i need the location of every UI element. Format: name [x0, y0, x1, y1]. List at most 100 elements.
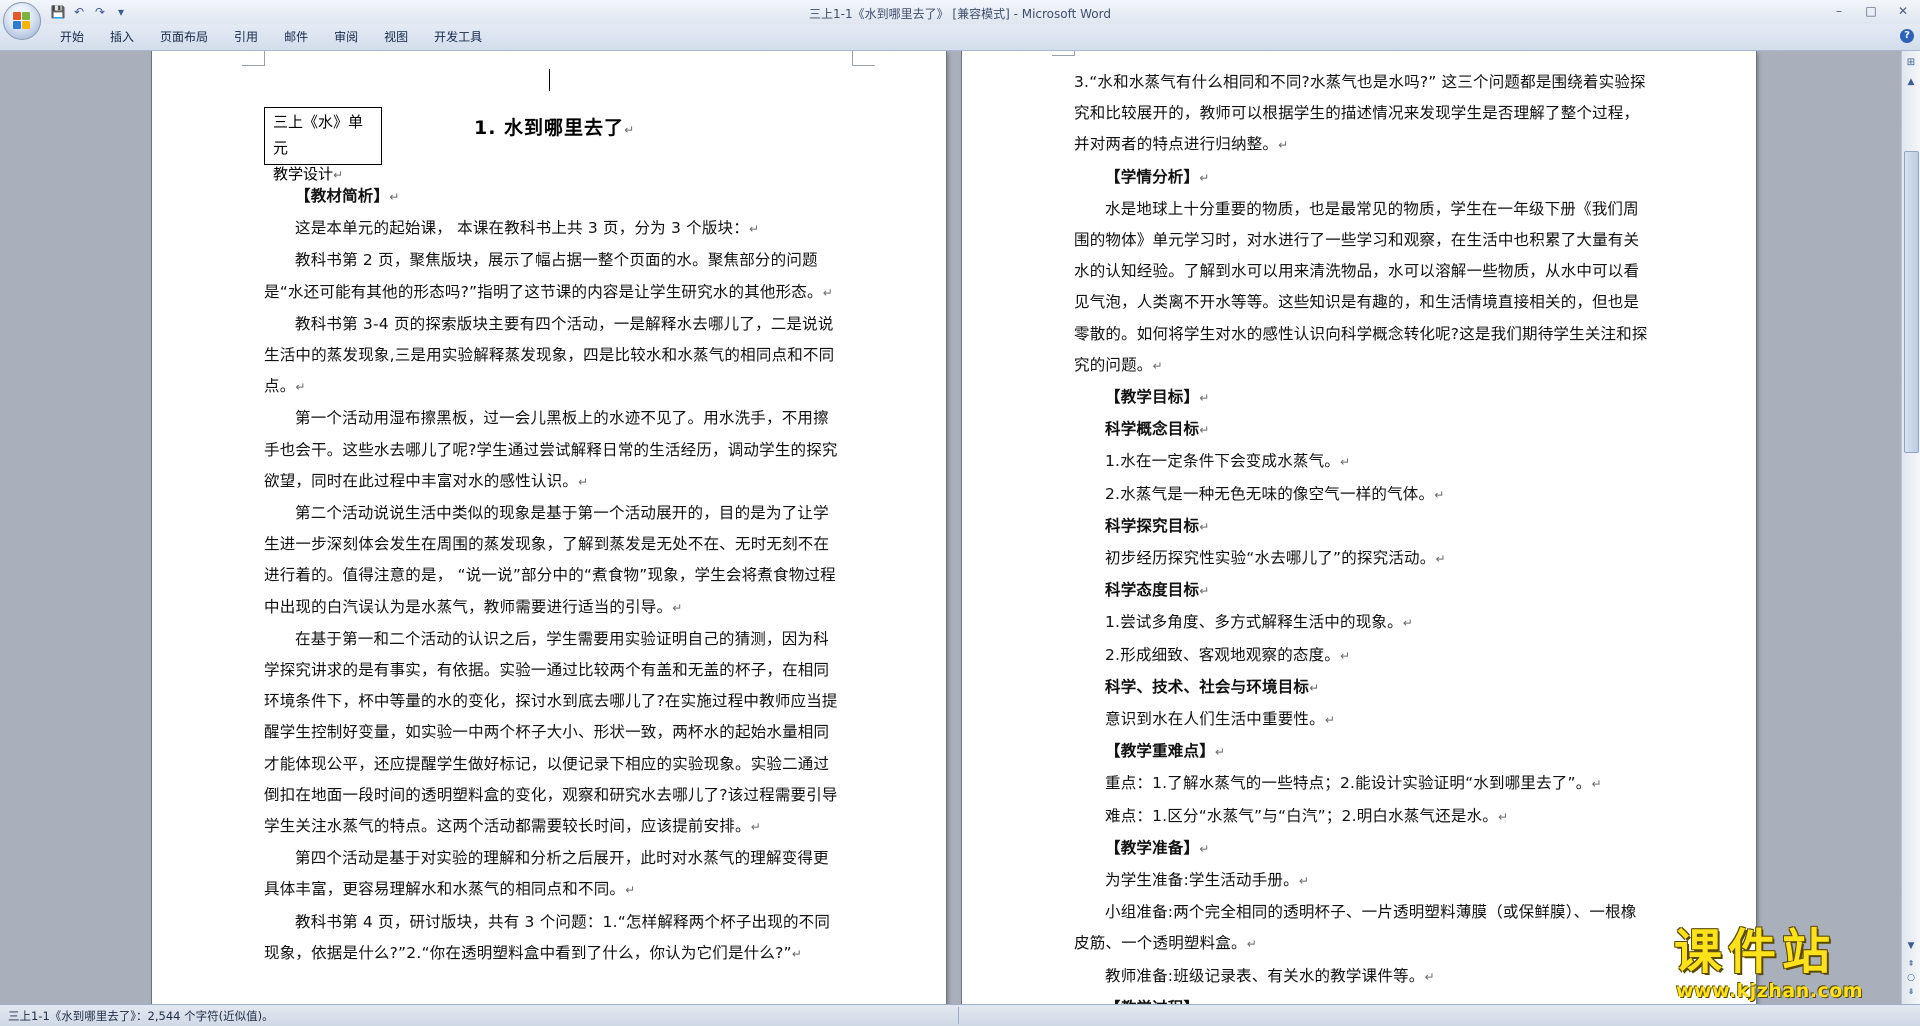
tab-references[interactable]: 引用 — [222, 29, 272, 45]
paragraph[interactable]: 水是地球上十分重要的物质，也是最常见的物质，学生在一年级下册《我们周围的物体》单… — [1074, 194, 1649, 382]
document-area[interactable]: 三上《水》单元 教学设计↵ 1. 水到哪里去了↵ 【教材简析】↵ 这是本单元的起始… — [0, 51, 1902, 1004]
paragraph-text: 【教材简析】 — [295, 187, 390, 205]
paragraph-mark-icon: ↵ — [1246, 937, 1257, 952]
maximize-button[interactable]: □ — [1858, 2, 1884, 20]
watermark: 课件站 www.kjzhan.com — [1672, 924, 1902, 1004]
select-browse-object-icon[interactable]: ○ — [1904, 973, 1918, 985]
paragraph[interactable]: 3.“水和水蒸气有什么相同和不同?水蒸气也是水吗?” 这三个问题都是围绕着实验探… — [1074, 67, 1649, 162]
tab-review[interactable]: 审阅 — [322, 29, 372, 45]
paragraph-text: 在基于第一和二个活动的认识之后，学生需要用实验证明自己的猜测，因为科学探究讲求的… — [264, 629, 838, 836]
paragraph-text: 科学、技术、社会与环境目标 — [1105, 677, 1310, 696]
paragraph-mark-icon: ↵ — [1340, 648, 1351, 663]
ribbon-tabs: 开始 插入 页面布局 引用 邮件 审阅 视图 开发工具 — [48, 29, 496, 45]
paragraph-mark-icon: ↵ — [1340, 455, 1351, 470]
paragraph[interactable]: 教科书第 2 页，聚焦版块，展示了幅占据一整个页面的水。聚焦部分的问题是“水还可… — [264, 245, 844, 308]
unit-box-line1: 三上《水》单元 — [273, 113, 364, 157]
status-word-count[interactable]: 三上1-1《水到哪里去了》：2,544 个字符(近似值)。 — [8, 1008, 274, 1024]
left-page-body[interactable]: 【教材简析】↵ 这是本单元的起始课， 本课在教科书上共 3 页，分为 3 个版块：… — [264, 181, 844, 970]
paragraph-text: 科学态度目标 — [1105, 581, 1200, 600]
paragraph[interactable]: 意识到水在人们生活中重要性。↵ — [1074, 704, 1649, 736]
paragraph-text: 教科书第 4 页，研讨版块，共有 3 个问题：1.“怎样解释两个杯子出现的不同现… — [264, 912, 831, 962]
paragraph-mark-icon: ↵ — [1199, 584, 1210, 599]
paragraph-text: 第四个活动是基于对实验的理解和分析之后展开，此时对水蒸气的理解变得更具体丰富，更… — [264, 849, 829, 899]
paragraph-text: 科学探究目标 — [1105, 516, 1200, 535]
section-heading[interactable]: 【教学过程】↵ — [1074, 993, 1649, 1004]
scroll-up-icon[interactable]: ▲ — [1904, 75, 1918, 89]
paragraph-mark-icon: ↵ — [578, 474, 589, 489]
scroll-thumb[interactable] — [1904, 151, 1919, 453]
crop-mark — [242, 51, 265, 66]
paragraph-text: 1.尝试多角度、多方式解释生活中的现象。 — [1105, 613, 1403, 632]
paragraph[interactable]: 初步经历探究性实验“水去哪儿了”的探究活动。↵ — [1074, 543, 1649, 575]
paragraph-mark-icon: ↵ — [1199, 841, 1210, 856]
paragraph-mark-icon: ↵ — [1402, 616, 1414, 631]
paragraph[interactable]: 为学生准备:学生活动手册。↵ — [1074, 865, 1649, 897]
paragraph-mark-icon: ↵ — [1278, 138, 1289, 153]
window-title: 三上1-1《水到哪里去了》 [兼容模式] - Microsoft Word — [808, 7, 1111, 21]
page-left[interactable]: 三上《水》单元 教学设计↵ 1. 水到哪里去了↵ 【教材简析】↵ 这是本单元的起始… — [152, 51, 946, 1004]
paragraph[interactable]: 2.形成细致、客观地观察的态度。↵ — [1074, 640, 1649, 672]
unit-text-box[interactable]: 三上《水》单元 教学设计↵ — [264, 107, 382, 183]
paragraph[interactable]: 在基于第一和二个活动的认识之后，学生需要用实验证明自己的猜测，因为科学探究讲求的… — [264, 624, 844, 843]
view-ruler-icon[interactable]: ⊞ — [1904, 57, 1918, 71]
paragraph-text: 重点：1.了解水蒸气的一些特点；2.能设计实验证明“水到哪里去了”。 — [1105, 774, 1592, 793]
close-button[interactable]: ✕ — [1890, 2, 1916, 20]
window-controls: – □ ✕ — [1826, 2, 1916, 20]
paragraph-text: 【教学重难点】 — [1105, 742, 1215, 761]
paragraph[interactable]: 教师准备:班级记录表、有关水的教学课件等。↵ — [1074, 961, 1649, 993]
scroll-down-icon[interactable]: ▼ — [1904, 939, 1918, 953]
office-button[interactable] — [3, 2, 41, 40]
status-divider — [958, 1007, 959, 1024]
paragraph-mark-icon: ↵ — [822, 285, 833, 300]
section-heading[interactable]: 【教学准备】↵ — [1074, 833, 1649, 865]
paragraph-mark-icon: ↵ — [1324, 713, 1336, 728]
paragraph[interactable]: 这是本单元的起始课， 本课在教科书上共 3 页，分为 3 个版块：↵ — [264, 213, 844, 245]
paragraph-text: 教科书第 2 页，聚焦版块，展示了幅占据一整个页面的水。聚焦部分的问题是“水还可… — [264, 251, 823, 301]
paragraph-mark-icon: ↵ — [1152, 358, 1163, 373]
paragraph-text: 教师准备:班级记录表、有关水的教学课件等。 — [1105, 966, 1425, 985]
paragraph[interactable]: 第四个活动是基于对实验的理解和分析之后展开，此时对水蒸气的理解变得更具体丰富，更… — [264, 843, 844, 906]
paragraph-mark-icon: ↵ — [295, 380, 306, 395]
previous-page-icon[interactable]: ⇞ — [1904, 959, 1918, 971]
paragraph-text: 【教学目标】 — [1105, 388, 1200, 407]
paragraph[interactable]: 小组准备:两个完全相同的透明杯子、一片透明塑料薄膜（或保鲜膜）、一根橡皮筋、一个… — [1074, 897, 1649, 960]
paragraph[interactable]: 教科书第 4 页，研讨版块，共有 3 个问题：1.“怎样解释两个杯子出现的不同现… — [264, 907, 844, 970]
tab-view[interactable]: 视图 — [372, 29, 422, 45]
paragraph-mark-icon: ↵ — [791, 946, 803, 961]
vertical-scrollbar[interactable]: ⊞ ▲ ▼ ⇞ ○ ⇟ — [1901, 51, 1920, 1004]
tab-home[interactable]: 开始 — [48, 29, 98, 45]
paragraph[interactable]: 2.水蒸气是一种无色无味的像空气一样的气体。↵ — [1074, 479, 1649, 511]
section-heading[interactable]: 科学概念目标↵ — [1074, 414, 1649, 446]
next-page-icon[interactable]: ⇟ — [1904, 987, 1918, 999]
right-page-body[interactable]: 3.“水和水蒸气有什么相同和不同?水蒸气也是水吗?” 这三个问题都是围绕着实验探… — [1074, 67, 1649, 1004]
paragraph[interactable]: 1.水在一定条件下会变成水蒸气。↵ — [1074, 446, 1649, 478]
section-heading[interactable]: 科学态度目标↵ — [1074, 575, 1649, 607]
page-right[interactable]: 3.“水和水蒸气有什么相同和不同?水蒸气也是水吗?” 这三个问题都是围绕着实验探… — [962, 51, 1756, 1004]
paragraph[interactable]: 第二个活动说说生活中类似的现象是基于第一个活动展开的，目的是为了让学生进一步深刻… — [264, 498, 844, 624]
tab-insert[interactable]: 插入 — [98, 29, 148, 45]
section-heading[interactable]: 【教材简析】↵ — [264, 181, 844, 213]
paragraph[interactable]: 教科书第 3-4 页的探索版块主要有四个活动，一是解释水去哪儿了，二是说说生活中… — [264, 309, 844, 404]
section-heading[interactable]: 科学、技术、社会与环境目标↵ — [1074, 672, 1649, 704]
paragraph-mark-icon: ↵ — [748, 222, 760, 237]
section-heading[interactable]: 【学情分析】↵ — [1074, 162, 1649, 194]
paragraph-text: 为学生准备:学生活动手册。 — [1105, 871, 1299, 890]
tab-developer[interactable]: 开发工具 — [422, 29, 496, 45]
paragraph-mark-icon: ↵ — [750, 820, 761, 835]
tab-mailings[interactable]: 邮件 — [272, 29, 322, 45]
minimize-button[interactable]: – — [1826, 2, 1852, 20]
paragraph-mark-icon: ↵ — [1424, 969, 1435, 984]
section-heading[interactable]: 【教学重难点】↵ — [1074, 736, 1649, 768]
paragraph-mark-icon: ↵ — [1199, 170, 1210, 185]
paragraph[interactable]: 第一个活动用湿布擦黑板，过一会儿黑板上的水迹不见了。用水洗手，不用擦手也会干。这… — [264, 403, 844, 498]
paragraph[interactable]: 1.尝试多角度、多方式解释生活中的现象。↵ — [1074, 607, 1649, 639]
paragraph[interactable]: 难点：1.区分“水蒸气”与“白汽”；2.明白水蒸气还是水。↵ — [1074, 801, 1649, 833]
paragraph-mark-icon: ↵ — [1199, 423, 1210, 438]
tab-page-layout[interactable]: 页面布局 — [148, 29, 222, 45]
paragraph-mark-icon: ↵ — [1199, 391, 1210, 406]
section-heading[interactable]: 【教学目标】↵ — [1074, 382, 1649, 414]
paragraph-text: 初步经历探究性实验“水去哪儿了”的探究活动。 — [1105, 549, 1436, 568]
section-heading[interactable]: 科学探究目标↵ — [1074, 511, 1649, 543]
paragraph[interactable]: 重点：1.了解水蒸气的一些特点；2.能设计实验证明“水到哪里去了”。↵ — [1074, 768, 1649, 800]
help-icon[interactable]: ? — [1900, 29, 1914, 43]
